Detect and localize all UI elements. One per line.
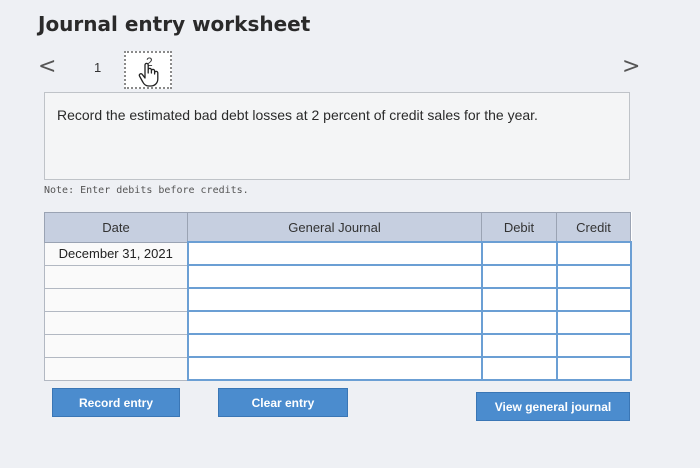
date-cell: December 31, 2021 (44, 241, 188, 266)
account-input[interactable] (186, 356, 483, 381)
table-row (44, 310, 632, 335)
debit-header: Debit (481, 212, 557, 243)
account-input[interactable] (186, 310, 483, 335)
journal-table: Date General Journal Debit Credit Decemb… (44, 212, 632, 381)
table-row: December 31, 2021 (44, 241, 632, 266)
next-icon[interactable]: > (622, 54, 640, 79)
credit-input[interactable] (555, 241, 632, 266)
debit-input[interactable] (480, 241, 558, 266)
account-input[interactable] (186, 264, 483, 289)
credit-input[interactable] (555, 287, 632, 312)
debit-input[interactable] (480, 310, 558, 335)
table-row (44, 287, 632, 312)
account-input[interactable] (186, 287, 483, 312)
date-cell (44, 264, 188, 289)
table-row (44, 264, 632, 289)
date-cell (44, 287, 188, 312)
date-header: Date (44, 212, 188, 243)
view-general-journal-button[interactable]: View general journal (476, 392, 630, 421)
general-journal-header: General Journal (187, 212, 482, 243)
step-2-tab[interactable]: 2 (124, 51, 172, 89)
debit-input[interactable] (480, 333, 558, 358)
table-row (44, 356, 632, 381)
debit-input[interactable] (480, 264, 558, 289)
prompt-text: Record the estimated bad debt losses at … (57, 107, 538, 123)
prev-icon[interactable]: < (38, 54, 56, 79)
date-cell (44, 310, 188, 335)
credit-input[interactable] (555, 264, 632, 289)
debit-input[interactable] (480, 356, 558, 381)
page-title: Journal entry worksheet (38, 12, 311, 36)
date-cell (44, 333, 188, 358)
date-cell (44, 356, 188, 381)
step-1-tab[interactable]: 1 (94, 60, 101, 75)
debit-input[interactable] (480, 287, 558, 312)
prompt-box: Record the estimated bad debt losses at … (44, 92, 630, 180)
hand-cursor-icon (138, 62, 159, 87)
note-text: Note: Enter debits before credits. (44, 185, 249, 196)
credit-header: Credit (556, 212, 631, 243)
credit-input[interactable] (555, 356, 632, 381)
table-row (44, 333, 632, 358)
credit-input[interactable] (555, 310, 632, 335)
table-header-row: Date General Journal Debit Credit (44, 212, 631, 243)
clear-entry-button[interactable]: Clear entry (218, 388, 348, 417)
record-entry-button[interactable]: Record entry (52, 388, 180, 417)
account-input[interactable] (186, 333, 483, 358)
credit-input[interactable] (555, 333, 632, 358)
account-input[interactable] (186, 241, 483, 266)
